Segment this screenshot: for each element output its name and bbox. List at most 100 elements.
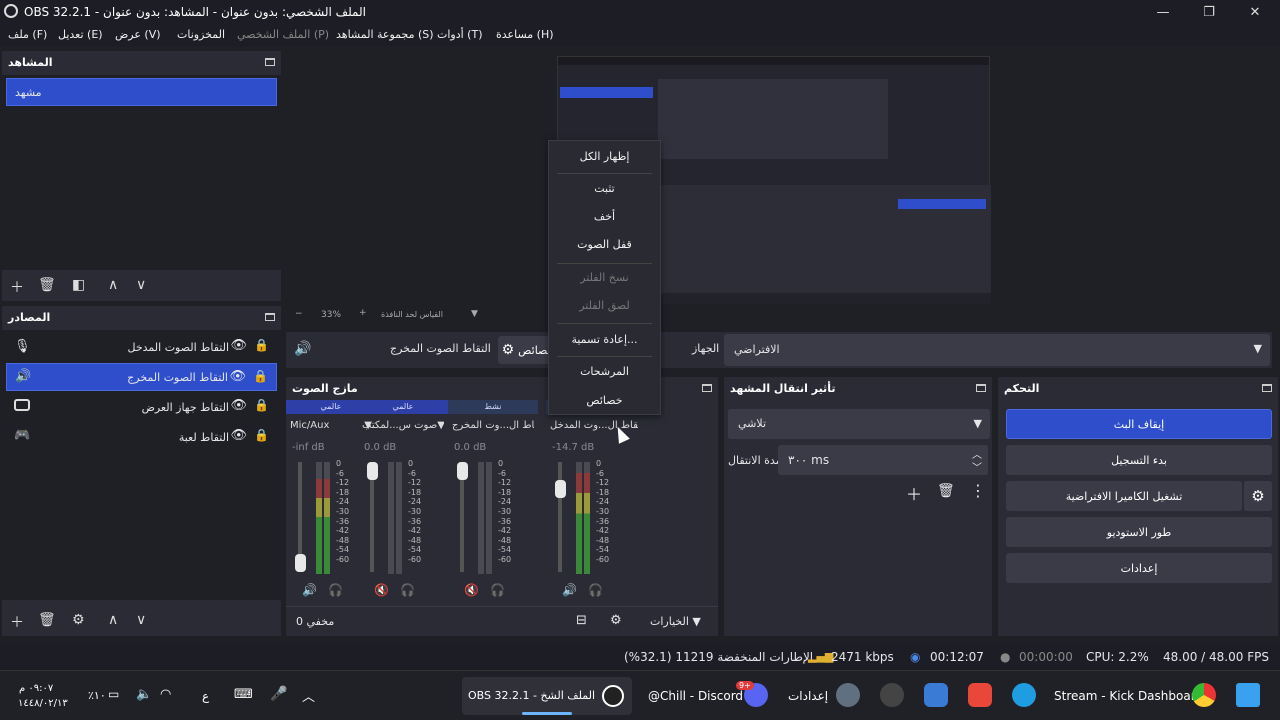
maximize-button[interactable]: ❐	[1186, 0, 1232, 24]
zoom-out-icon[interactable]: −	[295, 309, 303, 319]
add-icon[interactable]: ＋	[10, 277, 24, 297]
chrome-app-label[interactable]: Stream - Kick Dashboard	[1054, 689, 1203, 703]
menu-file[interactable]: ملف (F)	[8, 28, 47, 41]
eye-icon[interactable]: 👁	[230, 398, 247, 413]
layout-icon[interactable]: ⊟	[576, 613, 587, 628]
settings-button[interactable]: إعدادات	[1006, 553, 1272, 583]
studio-mode-button[interactable]: طور الاستوديو	[1006, 517, 1272, 547]
chevron-down-icon[interactable]: ▼	[471, 309, 478, 319]
fader-handle[interactable]	[457, 462, 468, 480]
mute-toggle-icon[interactable]: 🔇	[464, 583, 479, 597]
stop-streaming-button[interactable]: إيقاف البث	[1006, 409, 1272, 439]
down-arrow-icon[interactable]: ∨	[136, 612, 146, 628]
add-transition-icon[interactable]: ＋	[906, 481, 922, 505]
menu-mute[interactable]: قفل الصوت	[549, 233, 660, 257]
chevron-down-icon[interactable]: ﹀	[972, 459, 982, 474]
menu-profile[interactable]: الملف الشخصي (P)	[237, 28, 329, 41]
fader-handle[interactable]	[555, 480, 566, 499]
trash-icon[interactable]: 🗑	[937, 483, 955, 499]
microphone-icon[interactable]: 🎤	[270, 686, 287, 702]
settings-gear-icon[interactable]	[836, 683, 860, 707]
language-indicator[interactable]: ع	[202, 689, 209, 703]
source-item[interactable]: 🎮 التقاط لعبة 👁 🔒	[6, 423, 277, 451]
clock-time[interactable]: ٠٩:٠٧ م	[19, 683, 53, 694]
undock-icon[interactable]	[702, 384, 712, 392]
lock-icon[interactable]: 🔒	[253, 369, 268, 383]
undock-icon[interactable]	[265, 313, 275, 321]
undock-icon[interactable]	[265, 58, 275, 66]
gear-icon[interactable]: ⚙	[1244, 481, 1272, 511]
wifi-icon[interactable]: ◠	[160, 687, 171, 702]
menu-tools[interactable]: أدوات (T)	[437, 28, 483, 41]
battery-icon[interactable]: ▭	[108, 687, 119, 701]
volume-fader[interactable]	[558, 462, 562, 572]
monitor-headphones-icon[interactable]: 🎧	[328, 583, 343, 597]
start-virtual-camera-button[interactable]: تشغيل الكاميرا الافتراضية	[1006, 481, 1242, 511]
lock-icon[interactable]: 🔒	[254, 428, 269, 442]
down-arrow-icon[interactable]: ∨	[136, 277, 146, 293]
menu-help[interactable]: مساعدة (H)	[496, 28, 554, 41]
minimize-button[interactable]: —	[1140, 0, 1186, 24]
store-icon[interactable]	[968, 683, 992, 707]
discord-app-label[interactable]: @Chill - Discord	[648, 689, 743, 703]
menu-filters[interactable]: المرشحات	[549, 360, 660, 384]
duration-spinbox[interactable]: ٣٠٠ ms ︿ ﹀	[778, 445, 988, 475]
clock-date[interactable]: ١٤٤٨/٠٢/١٣	[18, 698, 68, 709]
menu-properties[interactable]: خصائص	[549, 389, 660, 413]
menu-view[interactable]: عرض (V)	[115, 28, 161, 41]
keyboard-icon[interactable]: ⌨	[234, 687, 253, 702]
menu-rename[interactable]: إعادة تسمية...	[549, 328, 660, 352]
edge-icon[interactable]	[1012, 683, 1036, 707]
up-arrow-icon[interactable]: ∧	[108, 612, 118, 628]
trash-icon[interactable]: 🗑	[38, 612, 56, 628]
source-item[interactable]: 🔊 التقاط الصوت المخرج 👁 🔒	[6, 363, 277, 391]
chevron-up-icon[interactable]: ︿	[302, 686, 315, 705]
add-icon[interactable]: ＋	[10, 612, 24, 632]
device-select[interactable]: الافتراضي ▼	[724, 334, 1270, 366]
menu-scene-collection[interactable]: مجموعة المشاهد (S)	[336, 28, 434, 41]
filter-icon[interactable]: ◧	[72, 277, 85, 293]
channel-name-dropdown[interactable]: التقاط ال...وت المخرج▼	[452, 420, 534, 431]
volume-icon[interactable]: 🔈	[136, 687, 152, 702]
menu-hide[interactable]: أخف	[549, 205, 660, 229]
windows-start-icon[interactable]	[1236, 683, 1260, 707]
undock-icon[interactable]	[976, 384, 986, 392]
chrome-icon[interactable]	[1192, 683, 1216, 707]
monitor-headphones-icon[interactable]: 🎧	[490, 583, 505, 597]
menu-lock[interactable]: تثبت	[549, 177, 660, 201]
scale-label[interactable]: القياس لحد النافذة	[381, 310, 443, 319]
advanced-audio-icon[interactable]: ⚙	[610, 613, 622, 628]
app-icon[interactable]	[924, 683, 948, 707]
settings-app-label[interactable]: إعدادات	[788, 689, 828, 703]
menu-edit[interactable]: تعديل (E)	[58, 28, 103, 41]
menu-show-all[interactable]: إظهار الكل	[549, 145, 660, 169]
gear-icon[interactable]: ⚙	[72, 612, 85, 628]
copilot-icon[interactable]	[880, 683, 904, 707]
zoom-in-icon[interactable]: +	[359, 308, 367, 318]
more-options-icon[interactable]: ⋮	[970, 481, 986, 500]
fader-handle[interactable]	[367, 462, 378, 480]
source-item[interactable]: التقاط جهاز العرض 👁 🔒	[6, 393, 277, 421]
up-arrow-icon[interactable]: ∧	[108, 277, 118, 293]
mixer-options-button[interactable]: الخيارات ▼	[650, 615, 701, 628]
eye-icon[interactable]: 👁	[229, 369, 246, 384]
preview-area[interactable]	[289, 51, 1259, 307]
taskbar-obs-app[interactable]: OBS 32.2.1 - الملف الشخ	[462, 677, 632, 715]
eye-icon[interactable]: 👁	[230, 428, 247, 443]
source-item[interactable]: 🎙 التقاط الصوت المدخل 👁 🔒	[6, 333, 277, 361]
fader-handle[interactable]	[295, 554, 306, 572]
monitor-headphones-icon[interactable]: 🎧	[588, 583, 603, 597]
channel-name-dropdown[interactable]: صوت س...لمكتب ▼	[362, 420, 444, 431]
lock-icon[interactable]: 🔒	[254, 398, 269, 412]
eye-icon[interactable]: 👁	[230, 338, 247, 353]
transition-select[interactable]: تلاشي ▼	[728, 409, 990, 439]
start-recording-button[interactable]: بدء التسجيل	[1006, 445, 1272, 475]
close-button[interactable]: ✕	[1232, 0, 1278, 24]
mute-toggle-icon[interactable]: 🔊	[562, 583, 577, 597]
monitor-headphones-icon[interactable]: 🎧	[400, 583, 415, 597]
mute-toggle-icon[interactable]: 🔊	[302, 583, 317, 597]
undock-icon[interactable]	[1262, 384, 1272, 392]
mute-toggle-icon[interactable]: 🔇	[374, 583, 389, 597]
lock-icon[interactable]: 🔒	[254, 338, 269, 352]
menu-docks[interactable]: المخزونات	[177, 28, 225, 41]
